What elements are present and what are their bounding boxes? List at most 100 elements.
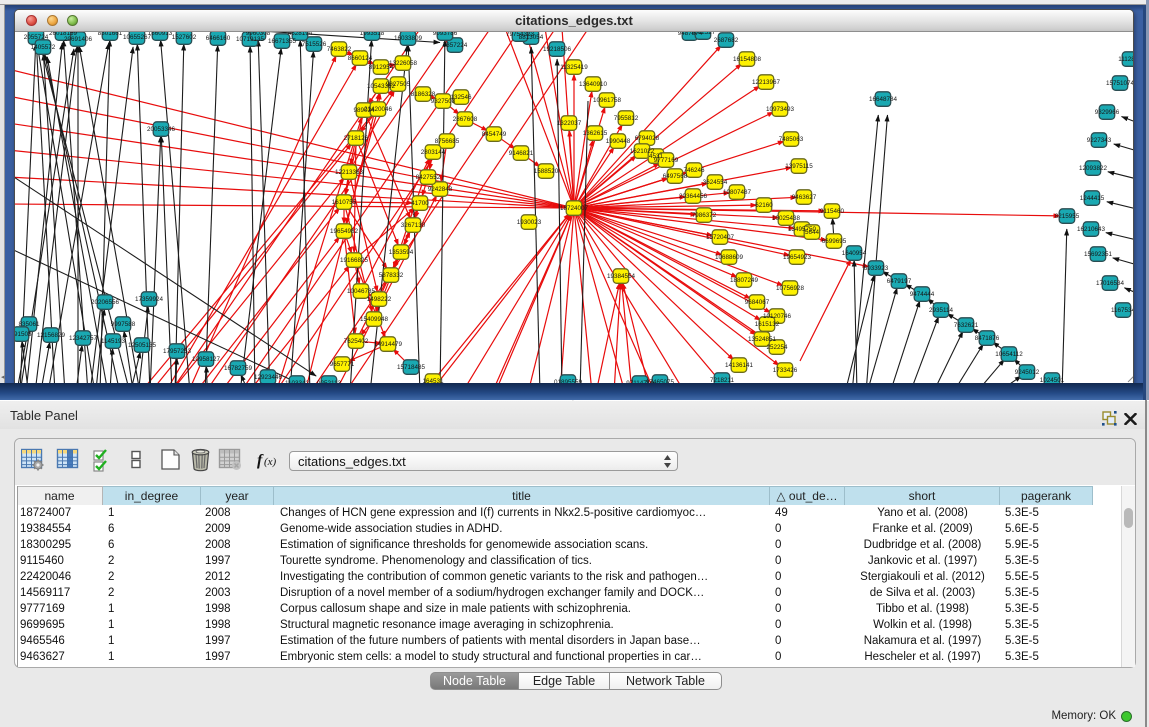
- svg-text:13226058: 13226058: [389, 60, 418, 67]
- svg-text:1527602: 1527602: [172, 34, 197, 41]
- svg-text:12213363: 12213363: [335, 169, 364, 176]
- svg-text:10543362: 10543362: [367, 83, 396, 90]
- svg-text:7463822: 7463822: [327, 46, 352, 53]
- svg-text:10756928: 10756928: [776, 285, 805, 292]
- svg-text:8215955: 8215955: [1055, 213, 1080, 220]
- svg-text:10025438: 10025438: [772, 215, 801, 222]
- svg-text:1167534: 1167534: [1111, 307, 1133, 314]
- svg-text:391503: 391503: [15, 331, 32, 338]
- svg-text:17359924: 17359924: [135, 296, 164, 303]
- svg-text:20691406: 20691406: [64, 36, 93, 43]
- svg-text:13975115: 13975115: [785, 163, 813, 170]
- svg-text:9242848: 9242848: [428, 186, 453, 193]
- svg-text:18724007: 18724007: [560, 205, 589, 212]
- svg-text:2055724: 2055724: [24, 34, 49, 41]
- svg-text:17016534: 17016534: [1096, 280, 1125, 287]
- svg-text:10654112: 10654112: [995, 351, 1023, 358]
- svg-text:1145193: 1145193: [101, 338, 126, 345]
- svg-text:6794028: 6794028: [635, 135, 660, 142]
- svg-text:2935114: 2935114: [929, 307, 954, 314]
- svg-text:19654982: 19654982: [330, 228, 359, 235]
- svg-text:10120746: 10120746: [763, 313, 792, 320]
- svg-text:9146821: 9146821: [509, 150, 534, 157]
- svg-text:7986372: 7986372: [692, 212, 717, 219]
- svg-text:1498222: 1498222: [367, 296, 392, 303]
- svg-text:9777169: 9777169: [654, 157, 679, 164]
- svg-text:3267130: 3267130: [401, 222, 426, 229]
- svg-text:10688609: 10688609: [715, 254, 744, 261]
- svg-text:16648784: 16648784: [869, 96, 898, 103]
- svg-text:1244415: 1244415: [1080, 195, 1105, 202]
- svg-text:6497568: 6497568: [663, 173, 688, 180]
- svg-text:2718126: 2718126: [344, 135, 369, 142]
- svg-text:13640910: 13640910: [579, 81, 608, 88]
- svg-text:8186328: 8186328: [411, 91, 436, 98]
- svg-text:41700: 41700: [411, 200, 429, 207]
- svg-text:9245012: 9245012: [1015, 369, 1040, 376]
- svg-text:1353594: 1353594: [389, 249, 414, 256]
- svg-text:1610755: 1610755: [332, 199, 357, 206]
- svg-text:7632621: 7632621: [954, 322, 979, 329]
- svg-text:9960308: 9960308: [246, 32, 271, 37]
- svg-text:1862527: 1862527: [691, 32, 716, 36]
- svg-text:8427552: 8427552: [416, 174, 441, 181]
- svg-text:5878332: 5878332: [379, 272, 404, 279]
- svg-text:13524851: 13524851: [748, 336, 777, 343]
- svg-text:8454749: 8454749: [482, 131, 507, 138]
- svg-text:(x): (x): [264, 456, 277, 468]
- svg-text:16210643: 16210643: [1077, 226, 1106, 233]
- svg-text:746246: 746246: [683, 167, 705, 174]
- svg-text:6479197: 6479197: [887, 278, 912, 285]
- svg-text:6933923: 6933923: [864, 265, 889, 272]
- svg-text:8471876: 8471876: [975, 335, 1000, 342]
- svg-text:19218506: 19218506: [543, 46, 572, 53]
- svg-text:18807249: 18807249: [730, 277, 759, 284]
- svg-text:15692351: 15692351: [1084, 251, 1113, 258]
- svg-text:16782759: 16782759: [224, 365, 253, 372]
- svg-text:14136141: 14136141: [725, 362, 754, 369]
- svg-text:8660124: 8660124: [348, 55, 373, 62]
- svg-text:9463627: 9463627: [792, 194, 817, 201]
- svg-text:19654923: 19654923: [783, 254, 812, 261]
- svg-text:11325419: 11325419: [560, 64, 588, 71]
- svg-text:7485063: 7485063: [779, 136, 804, 143]
- svg-text:21420046: 21420046: [364, 106, 393, 113]
- svg-text:7625402: 7625402: [344, 338, 369, 345]
- svg-text:1990448: 1990448: [606, 138, 631, 145]
- svg-text:12156829: 12156829: [37, 332, 66, 339]
- svg-text:9115460: 9115460: [820, 208, 845, 215]
- svg-text:19384554: 19384554: [607, 273, 636, 280]
- svg-text:9657771: 9657771: [330, 361, 355, 368]
- svg-text:10719135: 10719135: [236, 36, 265, 43]
- svg-text:1733426: 1733426: [773, 367, 798, 374]
- svg-text:7357224: 7357224: [443, 42, 468, 49]
- svg-text:79754323: 79754323: [506, 32, 535, 38]
- svg-text:9329966: 9329966: [1095, 109, 1120, 116]
- svg-text:14914479: 14914479: [374, 341, 403, 348]
- svg-text:20364456: 20364456: [679, 193, 708, 200]
- svg-text:1860913: 1860913: [148, 32, 173, 37]
- svg-text:20053346: 20053346: [147, 126, 176, 133]
- svg-text:5644: 5644: [805, 229, 820, 236]
- svg-text:252254: 252254: [766, 344, 788, 351]
- svg-text:9474444: 9474444: [910, 291, 935, 298]
- svg-text:10961758: 10961758: [593, 97, 622, 104]
- svg-text:6699695: 6699695: [822, 238, 847, 245]
- svg-text:1362615: 1362615: [583, 130, 608, 137]
- svg-text:17957253: 17957253: [163, 348, 192, 355]
- svg-text:10958127: 10958127: [192, 356, 221, 363]
- svg-text:6466160: 6466160: [206, 35, 231, 42]
- svg-text:20206556: 20206556: [91, 299, 120, 306]
- svg-text:19166825: 19166825: [340, 257, 369, 264]
- svg-text:15751074: 15751074: [1106, 80, 1133, 87]
- svg-text:1112804: 1112804: [1118, 56, 1133, 63]
- svg-text:1930023: 1930023: [517, 219, 542, 226]
- svg-text:10973493: 10973493: [766, 106, 795, 113]
- svg-text:10807487: 10807487: [723, 189, 752, 196]
- svg-text:8756685: 8756685: [435, 138, 460, 145]
- svg-text:12342757: 12342757: [69, 335, 98, 342]
- svg-text:12505135: 12505135: [128, 342, 157, 349]
- svg-text:15720407: 15720407: [706, 234, 735, 241]
- svg-text:f: f: [257, 452, 264, 469]
- svg-text:835061: 835061: [18, 321, 40, 328]
